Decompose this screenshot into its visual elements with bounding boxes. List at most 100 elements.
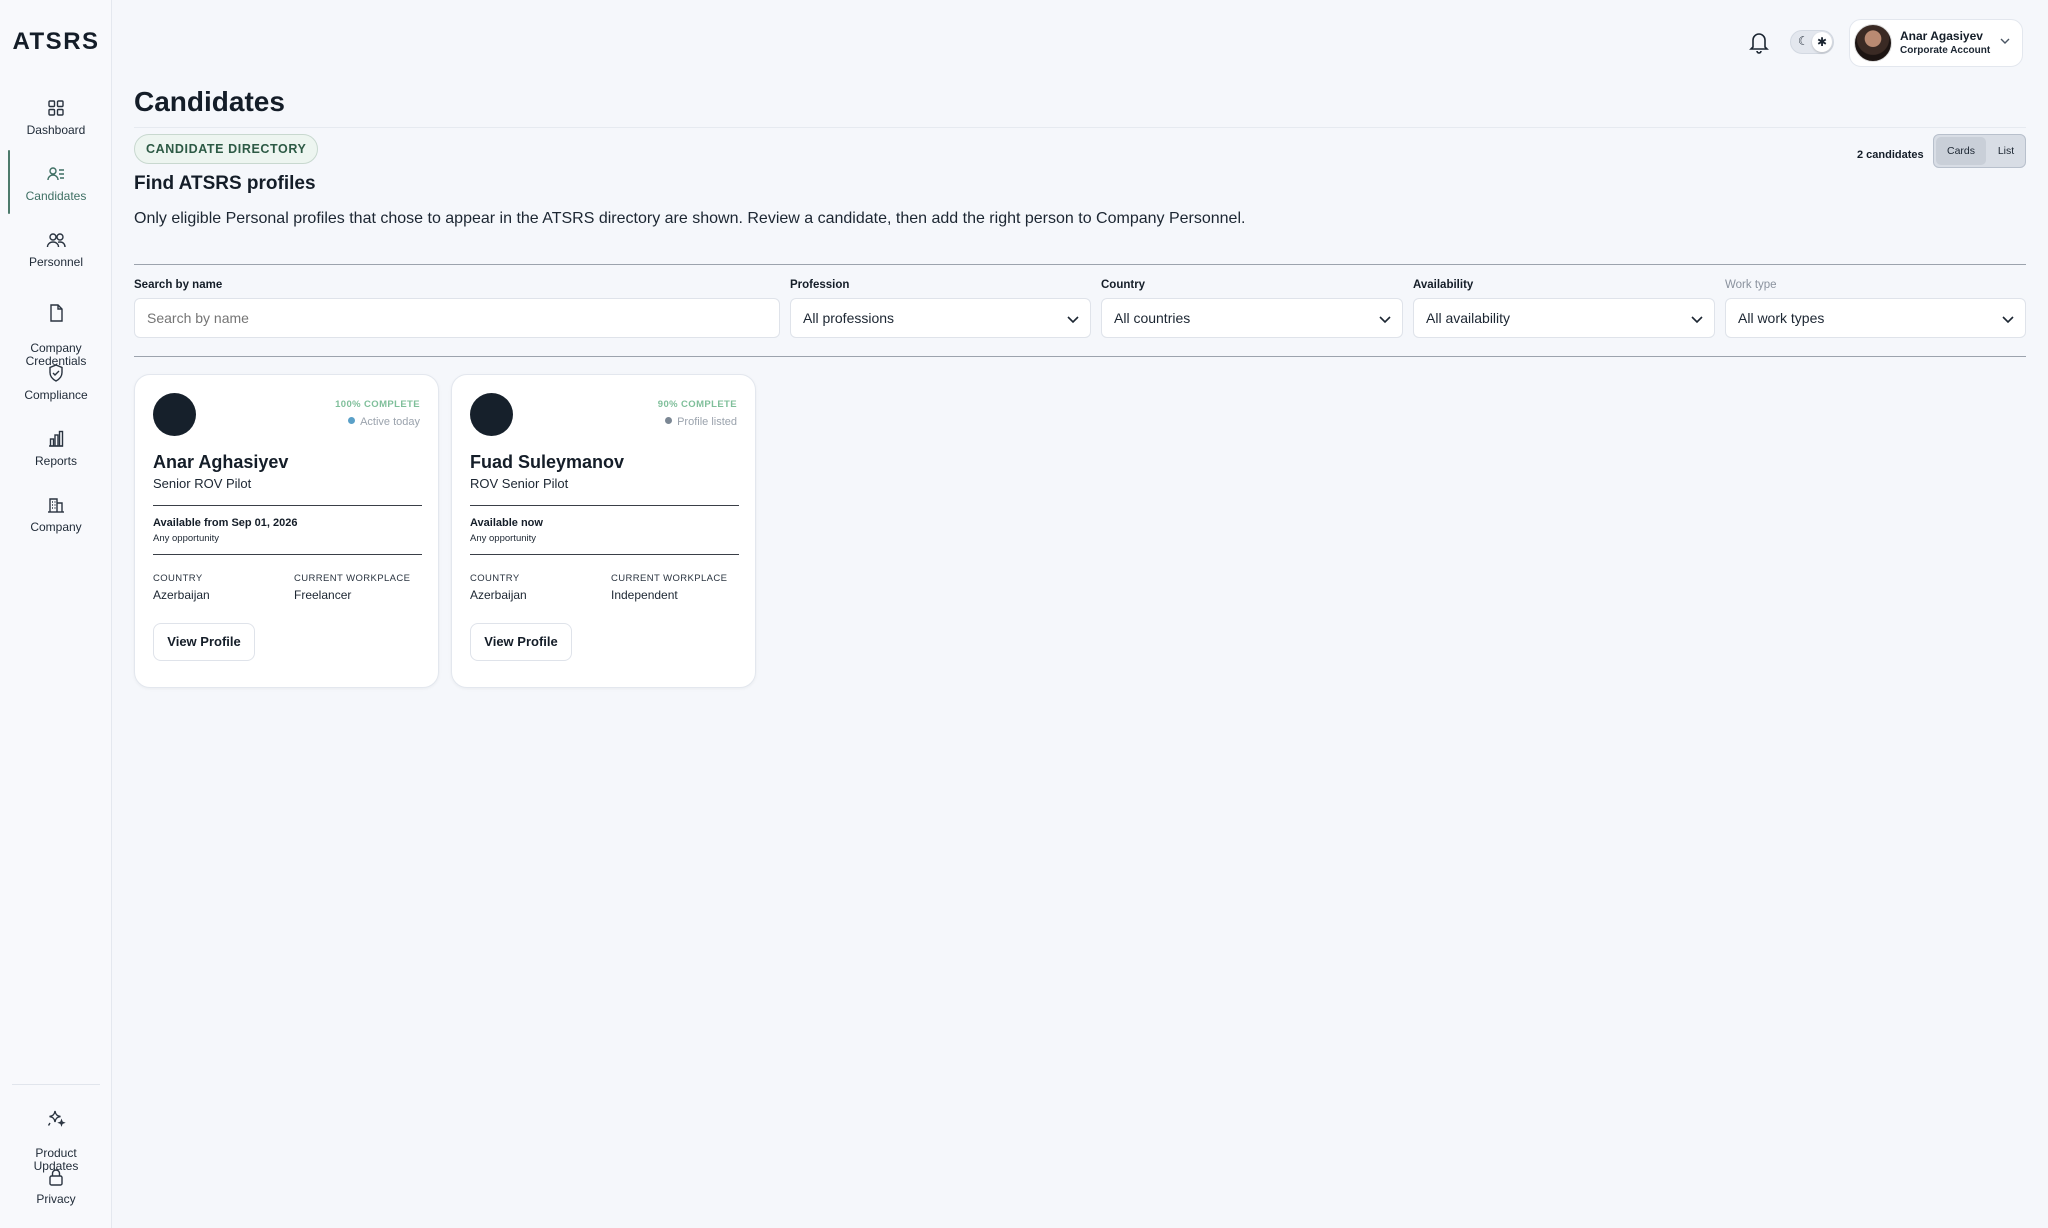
chevron-down-icon: [1379, 316, 1391, 324]
search-input[interactable]: [134, 298, 780, 338]
country-select[interactable]: All countries: [1101, 298, 1403, 338]
section-title: Find ATSRS profiles: [134, 173, 316, 194]
country-label: Country: [1101, 279, 1146, 291]
chevron-down-icon: [2002, 316, 2014, 324]
users-icon: [46, 233, 66, 248]
avatar: [153, 393, 196, 436]
header-divider: [134, 127, 2026, 128]
avatar: [470, 393, 513, 436]
bar-chart-icon: [49, 430, 64, 447]
filters-divider-bottom: [134, 356, 2026, 357]
card-divider: [470, 554, 739, 555]
work-type-value: All work types: [1738, 310, 1825, 326]
app-logo[interactable]: ATSRS: [0, 28, 112, 56]
availability-text: Available now: [470, 517, 543, 529]
user-list-icon: [47, 167, 64, 181]
country-label: COUNTRY: [153, 573, 203, 584]
candidate-role: ROV Senior Pilot: [470, 476, 569, 491]
filters-divider-top: [134, 264, 2026, 265]
card-divider: [470, 505, 739, 506]
profession-select[interactable]: All professions: [790, 298, 1091, 338]
view-mode-toggle: Cards List: [1933, 134, 2026, 168]
country-label: COUNTRY: [470, 573, 520, 584]
view-profile-button[interactable]: View Profile: [470, 623, 572, 661]
candidate-name: Fuad Suleymanov: [470, 452, 625, 472]
candidate-card: 100% COMPLETE Active today Anar Aghasiye…: [134, 374, 439, 688]
notifications-bell-icon[interactable]: [1748, 30, 1770, 54]
activity-status: Profile listed: [665, 416, 737, 428]
card-divider: [153, 505, 422, 506]
moon-icon: ☾: [1798, 34, 1809, 48]
avatar: [1854, 24, 1892, 62]
search-label: Search by name: [134, 279, 223, 291]
country-value: Azerbaijan: [470, 588, 527, 602]
availability-label: Availability: [1413, 279, 1474, 291]
sidebar-item-label: Personnel: [28, 255, 84, 269]
grid-icon: [48, 100, 64, 116]
view-list-button[interactable]: List: [1988, 137, 2024, 165]
work-type-select[interactable]: All work types: [1725, 298, 2026, 338]
activity-status: Active today: [348, 416, 420, 428]
candidate-name: Anar Aghasiyev: [153, 452, 289, 472]
workplace-label: CURRENT WORKPLACE: [294, 573, 411, 584]
page-title: Candidates: [134, 86, 285, 117]
sidebar-item-reports[interactable]: Reports: [0, 429, 112, 468]
sidebar-item-label: Company: [30, 520, 82, 534]
candidate-card: 90% COMPLETE Profile listed Fuad Suleyma…: [451, 374, 756, 688]
opportunity-text: Any opportunity: [470, 533, 537, 544]
workplace-label: CURRENT WORKPLACE: [611, 573, 728, 584]
profession-label: Profession: [790, 279, 850, 291]
availability-text: Available from Sep 01, 2026: [153, 517, 298, 529]
work-type-label: Work type: [1725, 279, 1777, 291]
sidebar-item-privacy[interactable]: Privacy: [0, 1167, 112, 1206]
status-dot: [665, 417, 673, 424]
sidebar-item-label: Privacy: [36, 1192, 76, 1206]
opportunity-text: Any opportunity: [153, 533, 220, 544]
view-cards-button[interactable]: Cards: [1936, 137, 1986, 165]
status-text: Active today: [360, 416, 420, 428]
sidebar-item-label: Candidates: [25, 189, 87, 203]
sidebar-item-candidates[interactable]: Candidates: [0, 150, 112, 214]
profile-completeness: 100% COMPLETE: [335, 399, 420, 410]
country-value: Azerbaijan: [153, 588, 210, 602]
sparkle-icon: [47, 1110, 66, 1127]
candidate-role: Senior ROV Pilot: [153, 476, 252, 491]
sidebar-item-label: Compliance: [24, 388, 88, 402]
lock-icon: [49, 1169, 63, 1186]
sidebar-item-personnel[interactable]: Personnel: [0, 230, 112, 269]
sidebar-item-dashboard[interactable]: Dashboard: [0, 98, 112, 137]
building-icon: [48, 498, 64, 513]
sidebar-item-label: Dashboard: [26, 123, 86, 137]
status-text: Profile listed: [677, 416, 737, 428]
directory-badge: CANDIDATE DIRECTORY: [134, 134, 319, 164]
chevron-down-icon: [1067, 316, 1079, 324]
sidebar-item-company[interactable]: Company: [0, 495, 112, 534]
user-role: Corporate Account: [1900, 45, 1991, 56]
profile-completeness: 90% COMPLETE: [657, 399, 737, 410]
chevron-down-icon: [1691, 316, 1703, 324]
sun-icon: ✱: [1812, 32, 1832, 52]
user-menu[interactable]: Anar Agasiyev Corporate Account: [1849, 19, 2023, 67]
sidebar-item-compliance[interactable]: Compliance: [0, 363, 112, 402]
sidebar-item-company-credentials[interactable]: Company Credentials: [0, 290, 112, 368]
sidebar: ATSRS Dashboard Candidates Personnel Com…: [0, 0, 112, 1228]
candidate-count: 2 candidates: [1857, 149, 1924, 161]
user-name: Anar Agasiyev: [1900, 29, 1983, 43]
sidebar-item-label: Reports: [34, 454, 78, 468]
theme-toggle[interactable]: ☾ ✱: [1790, 30, 1834, 54]
sidebar-item-product-updates[interactable]: Product Updates: [0, 1095, 112, 1173]
workplace-value: Independent: [611, 588, 678, 602]
country-value: All countries: [1114, 310, 1191, 326]
document-icon: [50, 304, 63, 322]
shield-check-icon: [49, 364, 63, 382]
view-profile-button[interactable]: View Profile: [153, 623, 255, 661]
profession-value: All professions: [803, 310, 895, 326]
status-dot: [348, 417, 356, 424]
card-divider: [153, 554, 422, 555]
availability-select[interactable]: All availability: [1413, 298, 1715, 338]
sidebar-divider: [12, 1084, 100, 1085]
workplace-value: Freelancer: [294, 588, 352, 602]
availability-value: All availability: [1426, 310, 1511, 326]
chevron-down-icon: [2000, 38, 2010, 44]
section-description: Only eligible Personal profiles that cho…: [134, 210, 1246, 227]
